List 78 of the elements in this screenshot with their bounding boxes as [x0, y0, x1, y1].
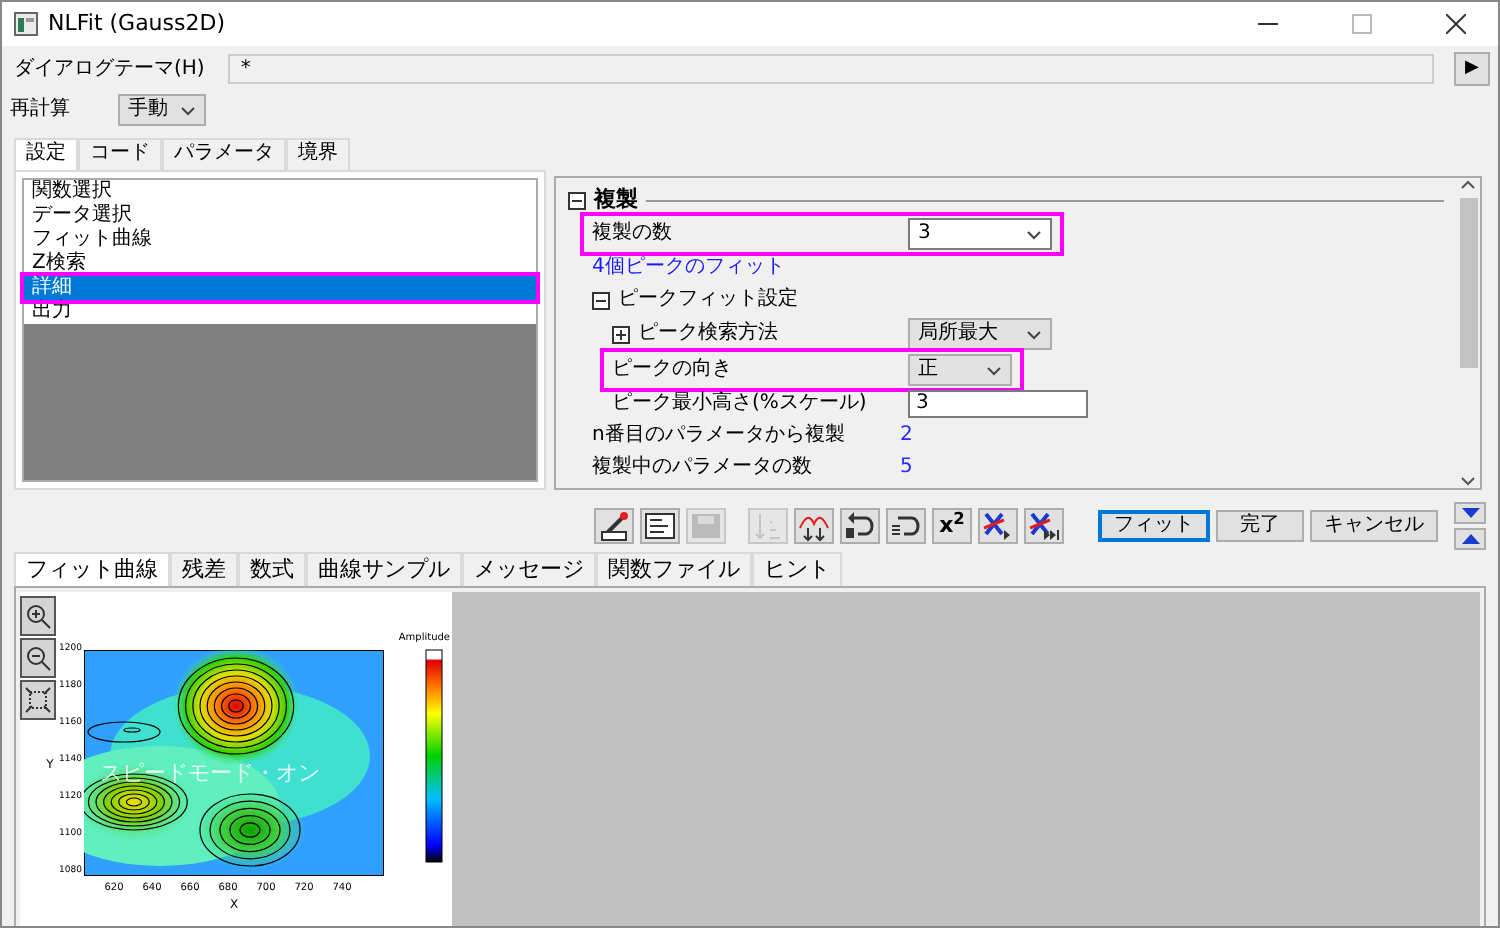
property-label: 複製の数 [592, 222, 674, 246]
collapse-icon[interactable] [568, 191, 586, 209]
tab[interactable]: パラメータ [162, 138, 286, 170]
link[interactable]: 4個ピークのフィット [592, 256, 785, 280]
property-dropdown[interactable]: 正 [908, 354, 1012, 386]
zoom-in-button[interactable] [20, 596, 56, 637]
recalc-label: 再計算 [10, 98, 70, 122]
scroll-up-icon [1460, 178, 1476, 190]
collapse-down-button[interactable] [1454, 502, 1486, 524]
theme-label: ダイアログテーマ(H) [14, 57, 205, 81]
scroll-down-icon [1460, 476, 1476, 488]
caret-icon [1026, 229, 1042, 239]
tab[interactable]: 残差 [170, 552, 238, 587]
property-input[interactable]: 3 [908, 390, 1088, 418]
toolbar-button[interactable] [978, 508, 1018, 544]
tab[interactable]: 数式 [238, 552, 306, 587]
fit-window-icon [24, 686, 52, 715]
list-item[interactable]: データ選択 [24, 204, 536, 228]
window-title: NLFit (Gauss2D) [48, 10, 227, 38]
expand-icon[interactable] [612, 325, 630, 343]
up-arrow-icon [1461, 534, 1479, 544]
recalc-dropdown[interactable]: 手動 [118, 94, 206, 126]
tab[interactable]: コード [78, 138, 162, 170]
report-icon [644, 510, 676, 542]
save-icon [690, 510, 722, 542]
sort-icon [752, 510, 784, 542]
list-item[interactable]: Z検索 [24, 252, 536, 276]
toolbar-button[interactable] [594, 508, 634, 544]
dialog-button[interactable]: キャンセル [1310, 510, 1438, 542]
toolbar-button[interactable] [640, 508, 680, 544]
toolbar-button[interactable] [1024, 508, 1064, 544]
dialog-button[interactable]: 完了 [1216, 510, 1304, 542]
property-dropdown[interactable]: 局所最大 [908, 318, 1052, 350]
fast-forward-icon [1028, 510, 1060, 542]
expand-up-button[interactable] [1454, 528, 1486, 550]
list-item[interactable]: 関数選択 [24, 180, 536, 204]
zoom-in-icon [24, 602, 52, 631]
property-label: ピーク検索方法 [638, 322, 780, 346]
toolbar-button[interactable]: x$^{2}$ [932, 508, 972, 544]
wand-icon [598, 510, 630, 542]
zoom-fit-button[interactable] [20, 680, 56, 721]
app-icon [14, 12, 38, 36]
property-label: ピークの向き [612, 358, 734, 382]
tab[interactable]: 設定 [14, 138, 78, 172]
caret-icon [1026, 329, 1042, 339]
section-title: 複製 [594, 186, 638, 214]
property-value: 2 [900, 424, 913, 448]
tab[interactable]: メッセージ [462, 552, 596, 587]
tab[interactable]: ヒント [752, 552, 842, 587]
down-arrow-icon [1461, 508, 1479, 518]
caret-icon [986, 365, 1002, 375]
dialog-button[interactable]: フィット [1098, 510, 1210, 542]
list-item[interactable]: 詳細 [24, 276, 536, 300]
theme-menu-button[interactable]: ▶ [1454, 52, 1490, 86]
tab[interactable]: 関数ファイル [596, 552, 752, 587]
tab[interactable]: 境界 [286, 138, 350, 170]
property-label: ピーク最小高さ(%スケール) [612, 392, 869, 416]
undo-icon [844, 510, 876, 542]
close-icon [1446, 14, 1466, 34]
caret-icon [180, 105, 196, 115]
property-value: 5 [900, 456, 913, 480]
theme-field[interactable]: * [228, 54, 1434, 84]
list-item[interactable]: フィット曲線 [24, 228, 536, 252]
zoom-out-icon [24, 644, 52, 673]
group-label: ピークフィット設定 [618, 288, 798, 312]
toolbar-button[interactable] [794, 508, 834, 544]
scrollbar[interactable] [1456, 178, 1480, 488]
maximize-icon [1352, 14, 1372, 34]
collapse-icon[interactable] [592, 291, 610, 309]
property-dropdown[interactable]: 3 [908, 218, 1052, 250]
property-label: n番目のパラメータから複製 [592, 424, 847, 448]
zoom-out-button[interactable] [20, 638, 56, 679]
toolbar-button[interactable] [886, 508, 926, 544]
tab[interactable]: 曲線サンプル [306, 552, 462, 587]
step-icon [982, 510, 1014, 542]
property-label: 複製中のパラメータの数 [592, 456, 814, 480]
tab[interactable]: フィット曲線 [14, 552, 170, 589]
toolbar-button[interactable] [840, 508, 880, 544]
